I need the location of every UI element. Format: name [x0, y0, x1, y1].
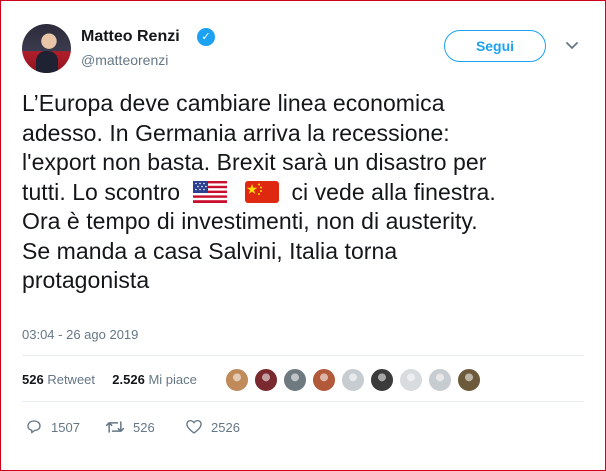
retweet-count: 526 — [133, 419, 155, 435]
tweet-line-segment: ci vede alla finestra. — [291, 178, 496, 205]
liker-avatar[interactable] — [283, 368, 307, 392]
like-stat-count: 2.526 — [112, 372, 145, 387]
china-flag-icon — [245, 180, 280, 203]
liker-avatar[interactable] — [399, 368, 423, 392]
author-name[interactable]: Matteo Renzi — [81, 28, 180, 46]
author-avatar[interactable] — [22, 24, 71, 73]
tweet-line: protagonista — [22, 267, 150, 293]
liker-avatar[interactable] — [341, 368, 365, 392]
follow-button[interactable]: Segui — [444, 30, 546, 62]
retweet-button[interactable]: 526 — [105, 418, 155, 436]
tweet-card: Matteo Renzi ✓ @matteorenzi Segui L’Euro… — [0, 0, 606, 471]
verified-badge-icon: ✓ — [197, 28, 215, 46]
heart-icon — [186, 419, 202, 434]
liker-avatar[interactable] — [254, 368, 278, 392]
divider — [22, 401, 584, 402]
tweet-timestamp[interactable]: 03:04 - 26 ago 2019 — [22, 327, 138, 342]
tweet-line: adesso. In Germania arriva la recessione… — [22, 119, 450, 146]
tweet-line: tutti. Lo scontro ci vede alla finestra. — [22, 178, 592, 208]
tweet-line: Se manda a casa Salvini, Italia torna — [22, 237, 398, 264]
retweet-icon — [105, 421, 125, 433]
like-stat-label: Mi piace — [148, 372, 197, 387]
reply-button[interactable]: 1507 — [25, 418, 80, 436]
like-button[interactable]: 2526 — [185, 418, 240, 436]
like-count: 2526 — [211, 419, 240, 435]
author-handle[interactable]: @matteorenzi — [81, 52, 168, 68]
liker-avatar[interactable] — [312, 368, 336, 392]
retweet-stat-count: 526 — [22, 372, 44, 387]
tweet-line: L’Europa deve cambiare linea economica — [22, 90, 445, 116]
tweet-line: l'export non basta. Brexit sarà un disas… — [22, 149, 487, 175]
liker-avatar[interactable] — [457, 368, 481, 392]
liker-avatar[interactable] — [370, 368, 394, 392]
retweet-stat[interactable]: 526 Retweet — [22, 372, 99, 387]
like-stat[interactable]: 2.526 Mi piace — [112, 372, 197, 387]
engagement-stats: 526 Retweet 2.526 Mi piace — [22, 372, 197, 387]
chevron-down-icon[interactable] — [564, 39, 580, 53]
tweet-text: L’Europa deve cambiare linea economica a… — [22, 89, 592, 296]
liker-avatar[interactable] — [225, 368, 249, 392]
tweet-line: Ora è tempo di investimenti, non di aust… — [22, 208, 478, 234]
avatar-figure — [36, 51, 58, 73]
us-flag-icon — [192, 180, 227, 203]
tweet-line-segment: tutti. Lo scontro — [22, 178, 181, 205]
reply-icon — [27, 420, 41, 434]
liker-avatar[interactable] — [428, 368, 452, 392]
retweet-stat-label: Retweet — [47, 372, 96, 387]
reply-count: 1507 — [51, 419, 80, 435]
divider — [22, 355, 584, 356]
